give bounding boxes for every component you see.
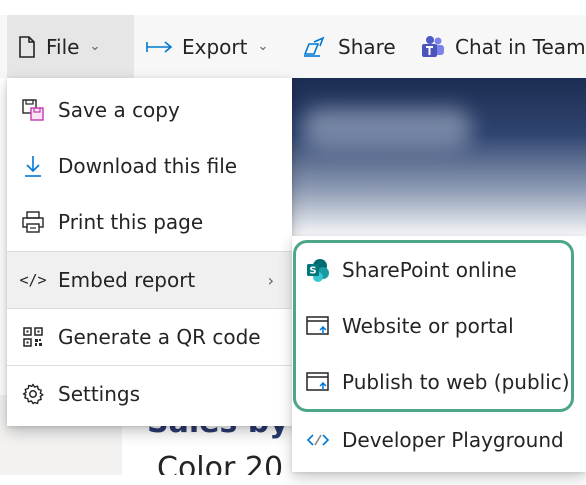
- share-icon: [302, 35, 326, 58]
- menu-item-settings[interactable]: Settings: [7, 366, 292, 422]
- download-icon: [22, 155, 44, 177]
- submenu-item-publish-web[interactable]: Publish to web (public): [292, 354, 586, 410]
- publish-web-icon: [306, 370, 330, 394]
- report-banner-image: [292, 78, 586, 238]
- developer-icon: [306, 428, 330, 452]
- file-label: File: [46, 34, 80, 59]
- submenu-item-website-portal[interactable]: Website or portal: [292, 298, 586, 354]
- menu-item-label: Save a copy: [58, 98, 180, 122]
- menu-item-save-copy[interactable]: Save a copy: [7, 82, 292, 138]
- sharepoint-icon: S: [306, 258, 330, 282]
- gear-icon: [22, 383, 44, 405]
- menu-item-print-page[interactable]: Print this page: [7, 194, 292, 250]
- chat-in-teams-button[interactable]: Chat in Teams: [419, 15, 586, 78]
- chat-in-teams-label: Chat in Teams: [455, 34, 586, 59]
- save-copy-icon: [22, 99, 44, 121]
- export-menu-button[interactable]: Export ⌄: [146, 15, 268, 78]
- menu-item-label: Settings: [58, 382, 141, 406]
- file-menu-button[interactable]: File ⌄: [7, 15, 134, 78]
- chevron-right-icon: ›: [267, 270, 274, 290]
- qr-code-icon: [22, 326, 44, 348]
- svg-text:S: S: [309, 266, 316, 277]
- document-icon: [18, 35, 36, 58]
- share-button[interactable]: Share: [302, 15, 396, 78]
- chevron-down-icon: ⌄: [257, 39, 269, 54]
- website-embed-icon: [306, 314, 330, 338]
- submenu-item-label: Developer Playground: [342, 428, 564, 452]
- submenu-item-developer-playground[interactable]: Developer Playground: [292, 412, 586, 468]
- menu-item-label: Download this file: [58, 154, 238, 178]
- share-label: Share: [338, 34, 396, 59]
- embed-report-submenu: S SharePoint online Website or portal Pu…: [292, 236, 586, 472]
- menu-item-label: Print this page: [58, 210, 204, 234]
- print-icon: [22, 211, 44, 233]
- file-dropdown-menu: Save a copy Download this file Print thi…: [7, 78, 292, 426]
- submenu-item-label: SharePoint online: [342, 258, 517, 282]
- submenu-item-label: Publish to web (public): [342, 370, 570, 394]
- menu-item-label: Embed report: [58, 268, 196, 292]
- menu-item-download-file[interactable]: Download this file: [7, 138, 292, 194]
- menu-item-embed-report[interactable]: </> Embed report ›: [7, 252, 292, 308]
- teams-icon: [419, 35, 445, 59]
- menu-item-generate-qr[interactable]: Generate a QR code: [7, 309, 292, 365]
- submenu-item-sharepoint[interactable]: S SharePoint online: [292, 242, 586, 298]
- report-visual-subtitle: Color 20: [157, 451, 284, 475]
- menu-item-label: Generate a QR code: [58, 325, 261, 349]
- toolbar: File ⌄ Export ⌄ Share Chat in Teams: [0, 15, 586, 78]
- chevron-down-icon: ⌄: [89, 39, 101, 54]
- export-arrow-icon: [146, 39, 174, 55]
- submenu-item-label: Website or portal: [342, 314, 514, 338]
- export-label: Export: [182, 34, 248, 59]
- embed-code-icon: </>: [19, 271, 47, 289]
